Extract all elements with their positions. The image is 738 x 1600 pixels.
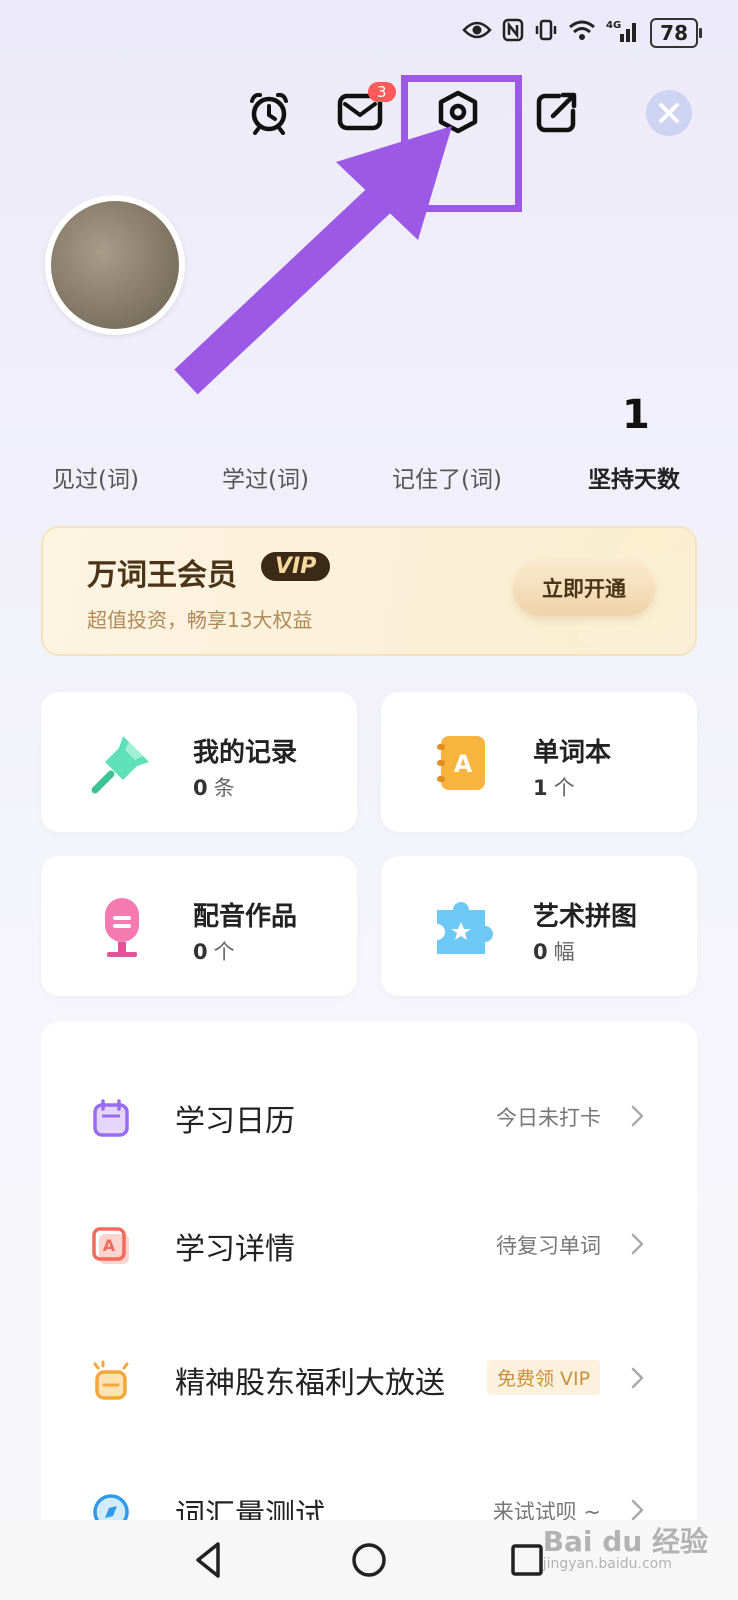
calendar-icon bbox=[93, 1099, 129, 1137]
stat-remembered-label[interactable]: 记住了(词) bbox=[392, 460, 502, 494]
close-icon bbox=[659, 103, 679, 123]
stat-streak-value: 1 bbox=[622, 392, 650, 438]
card-subtitle: 0幅 bbox=[533, 940, 575, 964]
eye-icon bbox=[462, 20, 492, 46]
vibrate-icon bbox=[534, 18, 558, 48]
wifi-icon bbox=[568, 19, 596, 47]
svg-text:A: A bbox=[103, 1236, 116, 1255]
menu-list: 学习日历 今日未打卡 A 学习详情 待复习单词 精神股东福利大放送 免费领 VI… bbox=[41, 1022, 697, 1542]
mail-badge: 3 bbox=[368, 82, 396, 102]
vip-open-button[interactable]: 立即开通 bbox=[513, 560, 655, 616]
svg-text:A: A bbox=[454, 750, 473, 778]
wordbook-icon: A bbox=[437, 736, 485, 790]
signal-icon: 4G bbox=[606, 18, 640, 48]
card-subtitle: 1个 bbox=[533, 776, 575, 800]
home-icon[interactable] bbox=[347, 1538, 391, 1582]
list-item-label: 学习日历 bbox=[175, 1104, 295, 1139]
vip-badge: VIP bbox=[261, 552, 331, 581]
card-title: 配音作品 bbox=[193, 902, 298, 932]
chevron-right-icon bbox=[631, 1233, 644, 1255]
gift-icon bbox=[93, 1360, 129, 1400]
card-subtitle: 0条 bbox=[193, 776, 235, 800]
vip-subtitle: 超值投资，畅享13大权益 bbox=[87, 608, 313, 632]
list-item-hint: 今日未打卡 bbox=[496, 1106, 601, 1130]
puzzle-icon bbox=[437, 902, 493, 954]
card-dubbing[interactable]: 配音作品 0个 bbox=[41, 856, 357, 996]
free-vip-tag: 免费领 VIP bbox=[487, 1360, 601, 1395]
list-item-label: 精神股东福利大放送 bbox=[175, 1366, 445, 1401]
svg-text:4G: 4G bbox=[606, 20, 621, 31]
card-my-records[interactable]: 我的记录 0条 bbox=[41, 692, 357, 832]
nfc-icon bbox=[502, 18, 524, 48]
watermark: Bai du 经验 jingyan.baidu.com bbox=[542, 1525, 708, 1572]
battery-indicator: 78 bbox=[650, 18, 702, 48]
list-item-label: 学习详情 bbox=[175, 1232, 295, 1267]
pin-icon bbox=[91, 736, 149, 794]
chevron-right-icon bbox=[631, 1367, 644, 1389]
status-bar: 4G 78 bbox=[462, 18, 702, 48]
microphone-icon bbox=[105, 898, 139, 957]
stat-seen-label[interactable]: 见过(词) bbox=[52, 460, 139, 494]
chevron-right-icon bbox=[631, 1105, 644, 1127]
share-icon[interactable] bbox=[528, 84, 584, 140]
stat-learned-label[interactable]: 学过(词) bbox=[222, 460, 309, 494]
chevron-right-icon bbox=[631, 1499, 644, 1521]
vip-card[interactable]: 万词王会员 VIP 超值投资，畅享13大权益 立即开通 bbox=[41, 526, 697, 656]
card-title: 单词本 bbox=[533, 738, 612, 768]
avatar[interactable] bbox=[45, 195, 185, 335]
card-wordbook[interactable]: A 单词本 1个 bbox=[381, 692, 697, 832]
card-title: 艺术拼图 bbox=[533, 902, 638, 932]
list-item-study-details[interactable]: A 学习详情 待复习单词 bbox=[41, 1214, 697, 1274]
list-item-hint: 待复习单词 bbox=[496, 1234, 601, 1258]
card-subtitle: 0个 bbox=[193, 940, 235, 964]
close-button[interactable] bbox=[646, 90, 692, 136]
annotation-arrow bbox=[174, 126, 452, 395]
card-title: 我的记录 bbox=[193, 738, 298, 768]
list-item-study-calendar[interactable]: 学习日历 今日未打卡 bbox=[41, 1086, 697, 1146]
vip-title: 万词王会员 bbox=[87, 558, 237, 593]
list-item-shareholder-welfare[interactable]: 精神股东福利大放送 免费领 VIP bbox=[41, 1348, 697, 1408]
card-art-puzzle[interactable]: 艺术拼图 0幅 bbox=[381, 856, 697, 996]
back-icon[interactable] bbox=[188, 1538, 232, 1582]
study-details-icon: A bbox=[92, 1227, 129, 1264]
stat-streak-label[interactable]: 坚持天数 bbox=[588, 460, 680, 494]
